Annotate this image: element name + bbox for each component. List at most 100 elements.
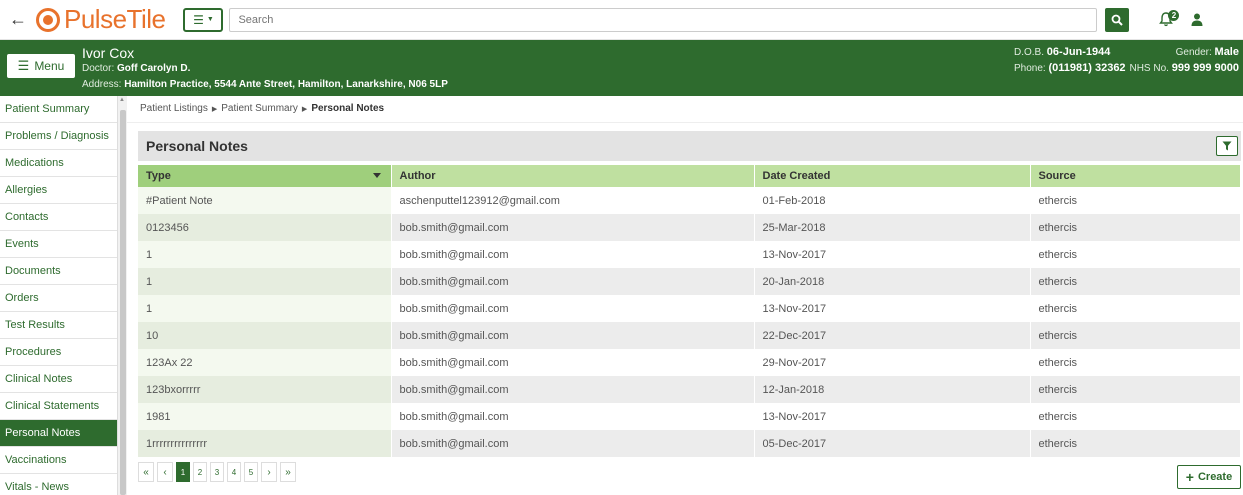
menu-button-label: Menu (34, 59, 65, 73)
view-toggle-button[interactable]: ☰ ▼ (183, 7, 224, 32)
table-header-row: Type Author Date Created Source (138, 165, 1241, 187)
notifications-button[interactable]: 2 (1155, 8, 1180, 32)
cell-type: 1 (138, 295, 392, 322)
sidebar-nav: Patient Summary Problems / Diagnosis Medic… (0, 96, 118, 495)
sidebar-item-problems-diagnosis[interactable]: Problems / Diagnosis (0, 123, 117, 150)
cell-author: bob.smith@gmail.com (391, 376, 755, 403)
pagination-last[interactable]: » (280, 462, 296, 482)
table-row[interactable]: 1 bob.smith@gmail.com 20-Jan-2018 ethercis (138, 268, 1241, 295)
user-menu-button[interactable] (1187, 8, 1207, 32)
sidebar-item-documents[interactable]: Documents (0, 258, 117, 285)
sidebar-item-events[interactable]: Events (0, 231, 117, 258)
cell-author: bob.smith@gmail.com (391, 241, 755, 268)
notification-badge: 2 (1168, 9, 1180, 21)
filter-icon (1222, 141, 1232, 151)
column-header-type[interactable]: Type (138, 165, 392, 187)
pagination-page-3[interactable]: 3 (210, 462, 224, 482)
column-header-source[interactable]: Source (1030, 165, 1241, 187)
plus-icon: + (1185, 469, 1194, 485)
sidebar-item-contacts[interactable]: Contacts (0, 204, 117, 231)
cell-date-created: 01-Feb-2018 (754, 187, 1031, 214)
patient-banner: ☰ Menu Ivor Cox Doctor: Goff Carolyn D. … (0, 40, 1243, 96)
cell-date-created: 13-Nov-2017 (754, 241, 1031, 268)
patient-gender: Gender: Male (1175, 46, 1239, 58)
table-row[interactable]: 123bxorrrrr bob.smith@gmail.com 12-Jan-201… (138, 376, 1241, 403)
sidebar-item-procedures[interactable]: Procedures (0, 339, 117, 366)
caret-down-icon: ▼ (206, 16, 214, 23)
pagination-page-4[interactable]: 4 (227, 462, 241, 482)
sidebar-scroll-thumb[interactable] (120, 110, 126, 495)
personal-notes-panel: Personal Notes Type Author Date Created … (138, 131, 1241, 491)
filter-button[interactable] (1216, 136, 1238, 156)
pagination: « ‹ 1 2 3 4 5 › » (138, 462, 296, 482)
sidebar-item-test-results[interactable]: Test Results (0, 312, 117, 339)
sidebar-item-clinical-notes[interactable]: Clinical Notes (0, 366, 117, 393)
sidebar-item-orders[interactable]: Orders (0, 285, 117, 312)
cell-author: bob.smith@gmail.com (391, 403, 755, 430)
scroll-up-icon[interactable]: ▲ (119, 97, 125, 103)
breadcrumb-current: Personal Notes (311, 103, 385, 114)
cell-type: #Patient Note (138, 187, 392, 214)
column-header-author[interactable]: Author (391, 165, 755, 187)
personal-notes-table: Type Author Date Created Source #Patient… (138, 165, 1241, 457)
pagination-page-2[interactable]: 2 (193, 462, 207, 482)
table-row[interactable]: 1981 bob.smith@gmail.com 13-Nov-2017 etherc… (138, 403, 1241, 430)
cell-source: ethercis (1030, 214, 1241, 241)
sidebar-item-vaccinations[interactable]: Vaccinations (0, 447, 117, 474)
menu-button[interactable]: ☰ Menu (7, 54, 75, 78)
cell-author: bob.smith@gmail.com (391, 295, 755, 322)
sidebar-item-medications[interactable]: Medications (0, 150, 117, 177)
pagination-first[interactable]: « (138, 462, 154, 482)
cell-source: ethercis (1030, 403, 1241, 430)
back-arrow-icon[interactable]: ← (4, 9, 32, 30)
table-row[interactable]: 0123456 bob.smith@gmail.com 25-Mar-2018 eth… (138, 214, 1241, 241)
pagination-page-5[interactable]: 5 (244, 462, 258, 482)
cell-type: 1981 (138, 403, 392, 430)
search-input[interactable] (229, 7, 1098, 32)
table-row[interactable]: 1rrrrrrrrrrrrrrr bob.smith@gmail.com 05-De… (138, 430, 1241, 457)
table-row[interactable]: 10 bob.smith@gmail.com 22-Dec-2017 ethercis (138, 322, 1241, 349)
patient-address: Address: Hamilton Practice, 5544 Ante St… (82, 79, 448, 90)
cell-author: bob.smith@gmail.com (391, 349, 755, 376)
cell-author: bob.smith@gmail.com (391, 322, 755, 349)
sidebar-item-patient-summary[interactable]: Patient Summary (0, 96, 117, 123)
cell-type: 123Ax 22 (138, 349, 392, 376)
logo[interactable]: PulseTile (36, 4, 166, 35)
cell-source: ethercis (1030, 187, 1241, 214)
sidebar-item-clinical-statements[interactable]: Clinical Statements (0, 393, 117, 420)
sidebar-item-allergies[interactable]: Allergies (0, 177, 117, 204)
cell-type: 1 (138, 268, 392, 295)
search-icon (1112, 14, 1124, 26)
sidebar-item-personal-notes[interactable]: Personal Notes (0, 420, 117, 447)
cell-source: ethercis (1030, 322, 1241, 349)
cell-date-created: 29-Nov-2017 (754, 349, 1031, 376)
breadcrumb-patient-listings[interactable]: Patient Listings (140, 103, 208, 114)
panel-title: Personal Notes (146, 138, 248, 154)
patient-nhs-number: NHS No. 999 999 9000 (1129, 62, 1239, 74)
column-header-date-created[interactable]: Date Created (754, 165, 1031, 187)
cell-author: bob.smith@gmail.com (391, 268, 755, 295)
table-row[interactable]: 1 bob.smith@gmail.com 13-Nov-2017 ethercis (138, 241, 1241, 268)
cell-source: ethercis (1030, 268, 1241, 295)
sidebar-item-vitals-news[interactable]: Vitals - News (0, 474, 117, 495)
patient-doctor: Doctor: Goff Carolyn D. (82, 63, 191, 74)
pagination-prev[interactable]: ‹ (157, 462, 173, 482)
cell-date-created: 05-Dec-2017 (754, 430, 1031, 457)
panel-header: Personal Notes (138, 131, 1241, 161)
table-row[interactable]: 123Ax 22 bob.smith@gmail.com 29-Nov-2017 et… (138, 349, 1241, 376)
cell-author: aschenputtel123912@gmail.com (391, 187, 755, 214)
breadcrumb: Patient Listings ▶ Patient Summary ▶ Persona… (140, 103, 384, 114)
cell-author: bob.smith@gmail.com (391, 430, 755, 457)
pulsetile-logo-icon (36, 7, 60, 32)
breadcrumb-patient-summary[interactable]: Patient Summary (221, 103, 298, 114)
pagination-next[interactable]: › (261, 462, 277, 482)
top-bar: ← PulseTile ☰ ▼ 2 (0, 0, 1243, 40)
cell-type: 123bxorrrrr (138, 376, 392, 403)
search-button[interactable] (1105, 7, 1130, 32)
table-row[interactable]: 1 bob.smith@gmail.com 13-Nov-2017 ethercis (138, 295, 1241, 322)
cell-date-created: 20-Jan-2018 (754, 268, 1031, 295)
pagination-page-1[interactable]: 1 (176, 462, 190, 482)
create-button[interactable]: + Create (1177, 465, 1241, 489)
table-row[interactable]: #Patient Note aschenputtel123912@gmail.co… (138, 187, 1241, 214)
cell-type: 0123456 (138, 214, 392, 241)
